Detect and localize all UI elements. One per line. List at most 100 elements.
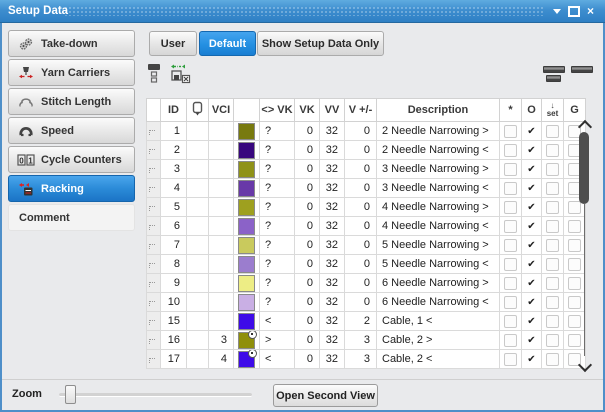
cell-vk_dir[interactable]: ? — [260, 179, 295, 198]
window-menu-button[interactable] — [548, 2, 565, 20]
column-header-vv[interactable]: VV — [320, 99, 345, 122]
set-checkbox[interactable] — [546, 182, 559, 195]
two-bars-view-button[interactable] — [543, 66, 565, 82]
maximize-button[interactable] — [565, 2, 582, 20]
cell-description[interactable]: 4 Needle Narrowing < — [377, 217, 500, 236]
row-selector[interactable] — [147, 274, 161, 293]
cell-vk_dir[interactable]: < — [260, 350, 295, 369]
cell-description[interactable]: 6 Needle Narrowing < — [377, 293, 500, 312]
row-selector[interactable] — [147, 122, 161, 141]
cell-o[interactable]: ✔ — [522, 255, 542, 274]
cell-o[interactable]: ✔ — [522, 198, 542, 217]
cell-description[interactable]: 6 Needle Narrowing > — [377, 274, 500, 293]
sidebar-item-racking[interactable]: Racking — [8, 175, 135, 202]
set-checkbox[interactable] — [546, 334, 559, 347]
column-header-[interactable]: * — [500, 99, 522, 122]
column-header-description[interactable]: Description — [377, 99, 500, 122]
star-checkbox[interactable] — [504, 144, 517, 157]
tab-show-setup-data-only[interactable]: Show Setup Data Only — [257, 31, 384, 56]
cell-vk_dir[interactable]: > — [260, 331, 295, 350]
cell-vk_dir[interactable]: ? — [260, 274, 295, 293]
set-checkbox[interactable] — [546, 258, 559, 271]
racking-settings-button[interactable] — [170, 63, 192, 84]
column-header-carrier[interactable] — [187, 99, 209, 122]
sidebar-item-yarn-carriers[interactable]: Yarn Carriers — [8, 59, 135, 86]
color-swatch[interactable] — [238, 332, 255, 349]
column-header-id[interactable]: ID — [161, 99, 187, 122]
tab-default[interactable]: Default — [199, 31, 256, 56]
color-swatch[interactable] — [238, 237, 255, 254]
star-checkbox[interactable] — [504, 239, 517, 252]
open-second-view-button[interactable]: Open Second View — [273, 384, 378, 407]
set-checkbox[interactable] — [546, 277, 559, 290]
set-checkbox[interactable] — [546, 353, 559, 366]
color-swatch[interactable] — [238, 123, 255, 140]
column-header-o[interactable]: O — [522, 99, 542, 122]
vertical-scrollbar[interactable] — [577, 120, 592, 372]
star-checkbox[interactable] — [504, 201, 517, 214]
set-checkbox[interactable] — [546, 220, 559, 233]
show-columns-button[interactable] — [147, 63, 164, 84]
color-swatch[interactable] — [238, 294, 255, 311]
star-checkbox[interactable] — [504, 315, 517, 328]
cell-vk_dir[interactable]: ? — [260, 236, 295, 255]
set-checkbox[interactable] — [546, 239, 559, 252]
star-checkbox[interactable] — [504, 277, 517, 290]
set-checkbox[interactable] — [546, 315, 559, 328]
color-swatch[interactable] — [238, 161, 255, 178]
star-checkbox[interactable] — [504, 296, 517, 309]
color-swatch[interactable] — [238, 313, 255, 330]
cell-vk_dir[interactable]: ? — [260, 198, 295, 217]
cell-o[interactable]: ✔ — [522, 274, 542, 293]
column-header-vk[interactable]: VK — [295, 99, 320, 122]
color-swatch[interactable] — [238, 142, 255, 159]
cell-o[interactable]: ✔ — [522, 312, 542, 331]
color-swatch[interactable] — [238, 275, 255, 292]
color-swatch[interactable] — [238, 199, 255, 216]
column-header-color[interactable] — [234, 99, 260, 122]
row-selector[interactable] — [147, 179, 161, 198]
sidebar-item-stitch-length[interactable]: Stitch Length — [8, 88, 135, 115]
row-selector[interactable] — [147, 350, 161, 369]
cell-vk_dir[interactable]: ? — [260, 255, 295, 274]
cell-description[interactable]: Cable, 2 > — [377, 331, 500, 350]
star-checkbox[interactable] — [504, 334, 517, 347]
cell-vk_dir[interactable]: ? — [260, 293, 295, 312]
one-bar-view-button[interactable] — [571, 66, 593, 73]
star-checkbox[interactable] — [504, 182, 517, 195]
cell-vk_dir[interactable]: < — [260, 312, 295, 331]
cell-vk_dir[interactable]: ? — [260, 122, 295, 141]
column-header-v[interactable]: V +/- — [345, 99, 377, 122]
color-swatch[interactable] — [238, 351, 255, 368]
sidebar-item-take-down[interactable]: Take-down — [8, 30, 135, 57]
sidebar-item-comment[interactable]: Comment — [8, 204, 135, 231]
star-checkbox[interactable] — [504, 258, 517, 271]
cell-description[interactable]: 3 Needle Narrowing < — [377, 179, 500, 198]
cell-description[interactable]: 2 Needle Narrowing < — [377, 141, 500, 160]
cell-description[interactable]: 4 Needle Narrowing > — [377, 198, 500, 217]
cell-o[interactable]: ✔ — [522, 217, 542, 236]
close-button[interactable]: × — [582, 2, 599, 20]
tab-user[interactable]: User — [149, 31, 197, 56]
column-header-set[interactable]: ↓set — [542, 99, 564, 122]
cell-o[interactable]: ✔ — [522, 179, 542, 198]
cell-vk_dir[interactable]: ? — [260, 160, 295, 179]
scroll-down-icon[interactable] — [578, 358, 592, 372]
sidebar-item-cycle-counters[interactable]: 01Cycle Counters — [8, 146, 135, 173]
cell-description[interactable]: 5 Needle Narrowing < — [377, 255, 500, 274]
column-header-g[interactable]: G — [564, 99, 586, 122]
cell-o[interactable]: ✔ — [522, 293, 542, 312]
cell-o[interactable]: ✔ — [522, 331, 542, 350]
scrollbar-thumb[interactable] — [579, 132, 589, 204]
row-selector[interactable] — [147, 236, 161, 255]
row-selector[interactable] — [147, 141, 161, 160]
star-checkbox[interactable] — [504, 353, 517, 366]
cell-o[interactable]: ✔ — [522, 141, 542, 160]
cell-description[interactable]: 5 Needle Narrowing > — [377, 236, 500, 255]
column-header-vk[interactable]: <> VK — [260, 99, 295, 122]
star-checkbox[interactable] — [504, 163, 517, 176]
cell-description[interactable]: 2 Needle Narrowing > — [377, 122, 500, 141]
row-selector[interactable] — [147, 312, 161, 331]
cell-o[interactable]: ✔ — [522, 236, 542, 255]
cell-vk_dir[interactable]: ? — [260, 141, 295, 160]
